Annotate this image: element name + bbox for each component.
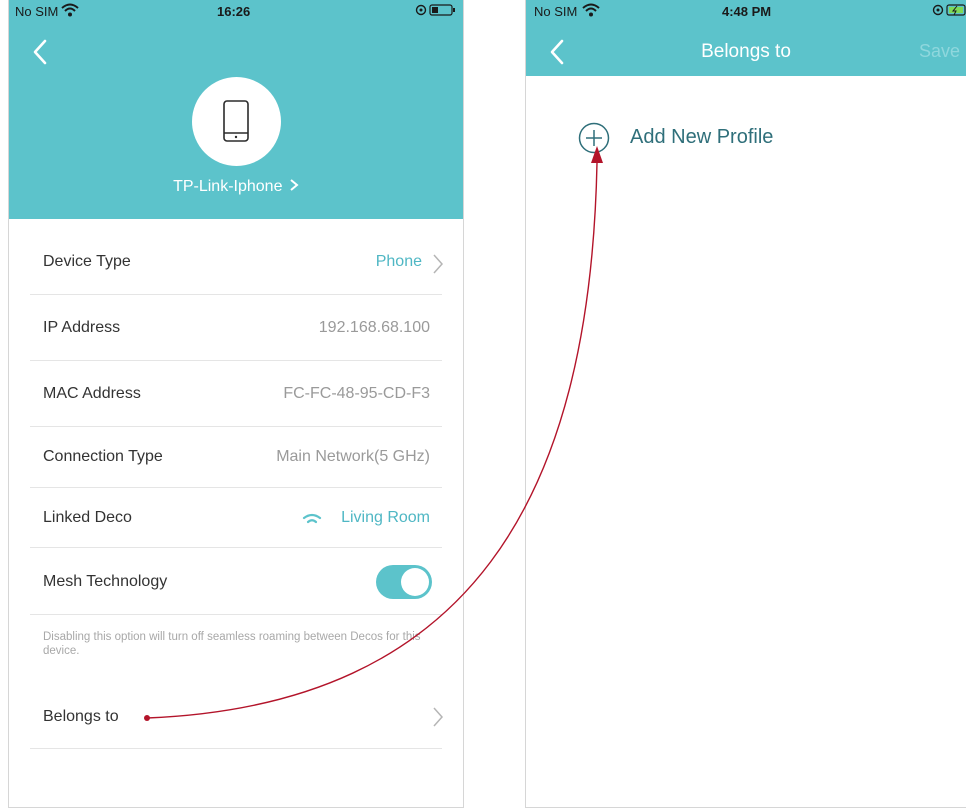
linked-deco-value: Living Room [341,509,430,526]
back-button[interactable] [29,38,53,66]
nav-bar: No SIM 4:48 PM Belongs to Save [526,0,966,76]
device-name: TP-Link-Iphone [173,178,283,195]
save-button[interactable]: Save [919,41,960,62]
mac-address-value: FC-FC-48-95-CD-F3 [283,385,430,402]
chevron-right-icon [433,707,444,727]
toggle-knob [401,568,429,596]
mac-address-label: MAC Address [43,385,141,402]
chevron-right-icon [290,179,299,191]
mesh-helper-text: Disabling this option will turn off seam… [43,631,421,657]
linked-deco-row: Linked Deco Living Room [30,488,442,548]
status-bar: No SIM 16:26 [9,0,463,22]
mesh-technology-label: Mesh Technology [43,573,168,590]
belongs-to-screen: No SIM 4:48 PM Belongs to Save Add New P… [525,0,966,808]
connection-type-row: Connection Type Main Network(5 GHz) [30,427,442,488]
clock: 16:26 [217,4,251,19]
mac-address-row: MAC Address FC-FC-48-95-CD-F3 [30,361,442,427]
ip-address-label: IP Address [43,319,121,336]
ip-address-row: IP Address 192.168.68.100 [30,295,442,361]
belongs-to-row[interactable]: Belongs to [30,685,444,749]
device-type-label: Device Type [43,253,131,270]
mesh-technology-row: Mesh Technology [30,548,442,615]
status-bar: No SIM 4:48 PM [526,0,966,22]
carrier-label: No SIM [534,4,578,19]
wifi-icon [302,513,322,524]
battery-icon [415,3,457,20]
belongs-to-label: Belongs to [43,708,119,725]
connection-type-value: Main Network(5 GHz) [276,448,430,465]
page-title: Belongs to [701,41,791,62]
add-circle-icon [578,122,610,154]
ip-address-value: 192.168.68.100 [318,319,430,336]
chevron-right-icon [433,254,444,274]
device-avatar [192,77,281,166]
device-name-link[interactable]: TP-Link-Iphone [9,178,463,196]
mesh-technology-toggle[interactable] [376,565,432,599]
battery-icon [932,3,966,20]
phone-icon [223,100,249,142]
device-type-value: Phone [375,253,422,270]
connection-type-label: Connection Type [43,448,163,465]
wifi-signal-icon [582,3,600,17]
device-detail-screen: No SIM 16:26 TP-Link-Iphone Device Type … [8,0,464,808]
device-type-row[interactable]: Device Type Phone [30,231,444,295]
carrier-label: No SIM [15,4,59,19]
clock: 4:48 PM [722,4,772,19]
wifi-signal-icon [61,3,79,17]
device-header: No SIM 16:26 TP-Link-Iphone [9,0,463,219]
linked-deco-label: Linked Deco [43,509,132,526]
add-new-profile-label: Add New Profile [630,126,774,148]
